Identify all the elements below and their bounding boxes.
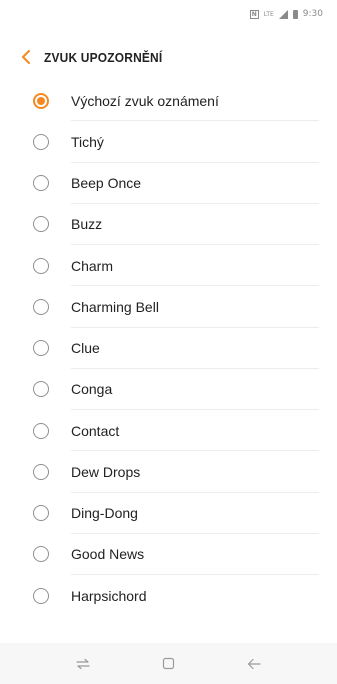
sound-label: Contact bbox=[71, 422, 120, 439]
sound-list: Výchozí zvuk oznámení Tichý Beep Once Bu… bbox=[0, 80, 337, 616]
page-title: ZVUK UPOZORNĚNÍ bbox=[44, 49, 163, 65]
sound-label: Výchozí zvuk oznámení bbox=[71, 92, 219, 109]
sound-label: Harpsichord bbox=[71, 587, 147, 604]
sound-option[interactable]: Beep Once bbox=[0, 163, 337, 204]
sound-label: Buzz bbox=[71, 216, 103, 233]
radio-button[interactable] bbox=[33, 587, 49, 604]
radio-button[interactable] bbox=[33, 505, 49, 522]
sound-option[interactable]: Ding-Dong bbox=[0, 493, 337, 534]
lte-icon: LTE bbox=[263, 10, 274, 18]
sound-option[interactable]: Conga bbox=[0, 369, 337, 410]
nfc-icon: N bbox=[249, 9, 259, 19]
signal-icon bbox=[278, 9, 288, 19]
battery-icon bbox=[292, 9, 298, 19]
sound-label: Conga bbox=[71, 381, 113, 398]
radio-button[interactable] bbox=[33, 546, 49, 563]
chevron-left-icon bbox=[22, 50, 30, 64]
recents-button[interactable] bbox=[63, 648, 103, 680]
sound-option[interactable]: Harpsichord bbox=[0, 575, 337, 616]
radio-button[interactable] bbox=[33, 381, 49, 398]
radio-button[interactable] bbox=[33, 298, 49, 315]
clock-time: 9:30 bbox=[302, 9, 323, 19]
notification-sound-screen: N LTE 9:30 ZVUK UPOZORNĚNÍ Výchozí zvuk … bbox=[0, 0, 337, 684]
sound-option[interactable]: Charming Bell bbox=[0, 286, 337, 328]
radio-button[interactable] bbox=[33, 422, 49, 439]
radio-button[interactable] bbox=[33, 340, 49, 357]
sound-option[interactable]: Charm bbox=[0, 245, 337, 287]
recents-icon bbox=[76, 658, 90, 669]
sound-label: Ding-Dong bbox=[71, 505, 138, 522]
sound-label: Beep Once bbox=[71, 175, 142, 192]
radio-button[interactable] bbox=[33, 175, 49, 192]
radio-button[interactable] bbox=[33, 133, 49, 150]
sound-option[interactable]: Dew Drops bbox=[0, 451, 337, 493]
sound-label: Good News bbox=[71, 546, 145, 563]
navigation-bar bbox=[0, 643, 337, 684]
sound-label: Clue bbox=[71, 340, 100, 357]
sound-option[interactable]: Clue bbox=[0, 328, 337, 369]
sound-label: Charming Bell bbox=[71, 298, 159, 315]
home-icon bbox=[162, 657, 175, 670]
radio-button[interactable] bbox=[33, 216, 49, 233]
radio-button[interactable] bbox=[33, 257, 49, 274]
sound-option[interactable]: Tichý bbox=[0, 121, 337, 163]
radio-button[interactable] bbox=[33, 92, 49, 109]
sound-label: Dew Drops bbox=[71, 463, 141, 480]
radio-button[interactable] bbox=[33, 463, 49, 480]
sound-label: Tichý bbox=[71, 133, 104, 150]
app-header: ZVUK UPOZORNĚNÍ bbox=[0, 40, 337, 74]
sound-option[interactable]: Contact bbox=[0, 410, 337, 452]
sound-label: Charm bbox=[71, 257, 114, 274]
sound-option[interactable]: Výchozí zvuk oznámení bbox=[0, 80, 337, 122]
system-back-button[interactable] bbox=[234, 648, 274, 680]
status-bar: N LTE 9:30 bbox=[0, 0, 337, 28]
home-button[interactable] bbox=[148, 648, 188, 680]
sound-option[interactable]: Buzz bbox=[0, 204, 337, 245]
sound-option[interactable]: Good News bbox=[0, 534, 337, 575]
back-arrow-icon bbox=[248, 658, 261, 669]
